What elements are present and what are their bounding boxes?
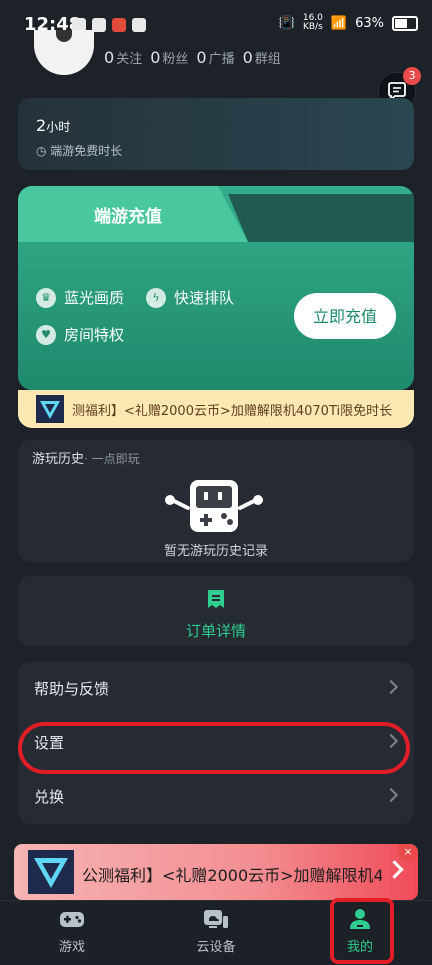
tab-games[interactable]: 游戏 (22, 904, 122, 955)
perk-room: ♥ 房间特权 (36, 324, 124, 345)
recharge-button[interactable]: 立即充值 (294, 293, 396, 339)
status-right: 📳 16.0 KB/s 📶 63% (279, 14, 418, 32)
close-icon[interactable]: × (398, 844, 418, 860)
banner-game-logo-icon (28, 850, 74, 894)
game-logo-icon (36, 395, 64, 423)
wifi-icon: 📶 (330, 15, 348, 31)
recharge-title: 端游充值 (94, 207, 162, 227)
chevron-right-icon (383, 787, 399, 803)
banner-text: 公测福利】<礼赠2000云币>加赠解限机40 (82, 866, 382, 885)
promo-ticker-text: 测福利】<礼赠2000云币>加赠解限机4070Ti限免时长 (72, 404, 393, 419)
tab-cloud-device[interactable]: 云设备 (166, 904, 266, 955)
history-title: 游玩历史· 一点即玩 (32, 452, 140, 467)
history-empty-text: 暂无游玩历史记录 (163, 544, 268, 559)
avatar[interactable] (34, 30, 94, 75)
stat-groups[interactable]: 0 群组 (243, 48, 281, 67)
battery-icon (392, 15, 418, 31)
profile-stats: 0 关注 0 粉丝 0 广播 0 群组 (104, 48, 281, 67)
settings-highlight-annotation (18, 722, 410, 774)
chevron-right-icon (383, 679, 399, 695)
menu-item-help[interactable]: 帮助与反馈 (18, 662, 414, 716)
menu-item-label: 兑换 (34, 788, 65, 806)
play-time-hours: 2小时 (36, 116, 71, 135)
mine-tab-highlight-annotation (330, 898, 394, 964)
message-badge: 3 (403, 67, 421, 85)
stat-following[interactable]: 0 关注 (104, 48, 142, 67)
net-speed: 16.0 KB/s (302, 13, 323, 32)
lightning-icon: ϟ (146, 287, 166, 308)
play-time-label: ◷ 端游免费时长 (36, 144, 123, 158)
perk-bluray: ♛ 蓝光画质 (36, 287, 124, 308)
recharge-tab-inactive (228, 194, 414, 242)
battery-percent: 63% (355, 15, 384, 31)
order-details-label: 订单详情 (185, 622, 246, 640)
heart-icon: ♥ (36, 324, 56, 345)
play-time-card[interactable] (18, 98, 414, 170)
menu-item-redeem[interactable]: 兑换 (18, 770, 414, 824)
gamepad-icon (60, 912, 84, 927)
order-icon (205, 588, 227, 614)
vibrate-icon: 📳 (278, 15, 295, 31)
cloud-device-icon (204, 910, 228, 928)
crown-icon: ♛ (36, 287, 56, 308)
perk-fast-queue: ϟ 快速排队 (146, 287, 234, 308)
menu-item-label: 帮助与反馈 (34, 680, 110, 698)
stat-fans[interactable]: 0 粉丝 (150, 48, 188, 67)
stat-broadcast[interactable]: 0 广播 (196, 48, 234, 67)
game-console-icon (162, 478, 266, 534)
